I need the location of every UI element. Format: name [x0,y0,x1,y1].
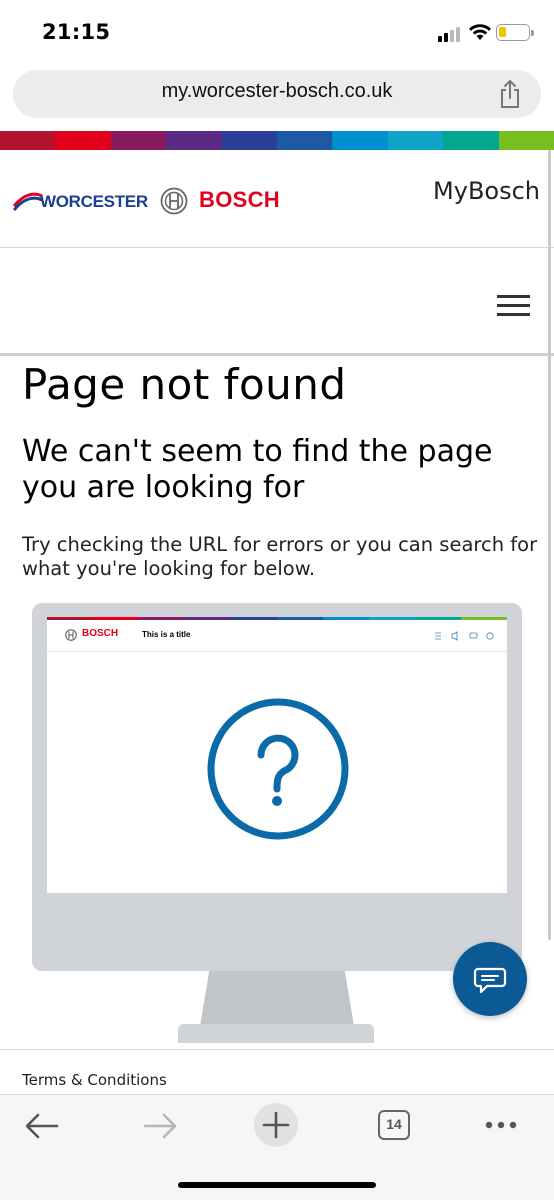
worcester-logo[interactable]: WORCESTER [40,192,148,212]
question-mark-icon [207,698,349,840]
back-arrow-icon[interactable] [24,1112,60,1140]
brand-color-segment [110,131,167,150]
bosch-logo[interactable]: BOSCH [199,187,280,213]
battery-level [499,27,506,37]
mini-bosch-logo: BOSCH [82,628,119,639]
chat-button[interactable] [453,942,527,1016]
monitor-stand [200,971,354,1026]
brand-color-segment [387,131,444,150]
forward-arrow-icon[interactable] [142,1112,178,1140]
home-indicator[interactable] [178,1182,376,1188]
brand-color-segment [498,131,554,150]
terms-conditions-link[interactable]: Terms & Conditions [22,1071,167,1089]
hamburger-menu-icon[interactable] [497,295,530,317]
wifi-icon [469,24,491,40]
status-bar: 21:15 [0,0,554,62]
brand-color-segment [443,131,499,150]
brand-color-segment [221,131,278,150]
brand-color-segment [166,131,222,150]
battery-tip [531,30,534,36]
chat-bubble-icon [473,967,507,994]
scrollbar[interactable] [548,150,551,940]
monitor-base [178,1024,374,1043]
mybosch-link[interactable]: MyBosch [433,177,540,205]
page-subtitle: We can't seem to find the page you are l… [22,434,493,505]
url-text[interactable]: my.worcester-bosch.co.uk [0,80,554,103]
status-time: 21:15 [42,20,111,44]
more-dots-icon[interactable] [484,1120,518,1130]
help-text: Try checking the URL for errors or you c… [22,533,538,580]
share-icon[interactable] [497,79,523,109]
mini-toolbar-icons [435,631,494,641]
brand-color-segment [277,131,333,150]
tab-count-button[interactable]: 14 [378,1110,410,1140]
mini-screen-title: This is a title [142,630,191,639]
signal-icon [438,26,462,42]
brand-color-strip [0,131,554,150]
brand-color-segment [55,131,111,150]
mini-bosch-armature-icon [65,629,77,641]
page-title: Page not found [22,360,347,409]
bosch-armature-icon [160,187,188,215]
brand-color-segment [332,131,388,150]
battery-icon [496,24,530,41]
brand-color-segment [0,131,56,150]
plus-icon [262,1111,290,1139]
new-tab-button[interactable] [254,1103,298,1147]
navigation-row [0,249,554,356]
